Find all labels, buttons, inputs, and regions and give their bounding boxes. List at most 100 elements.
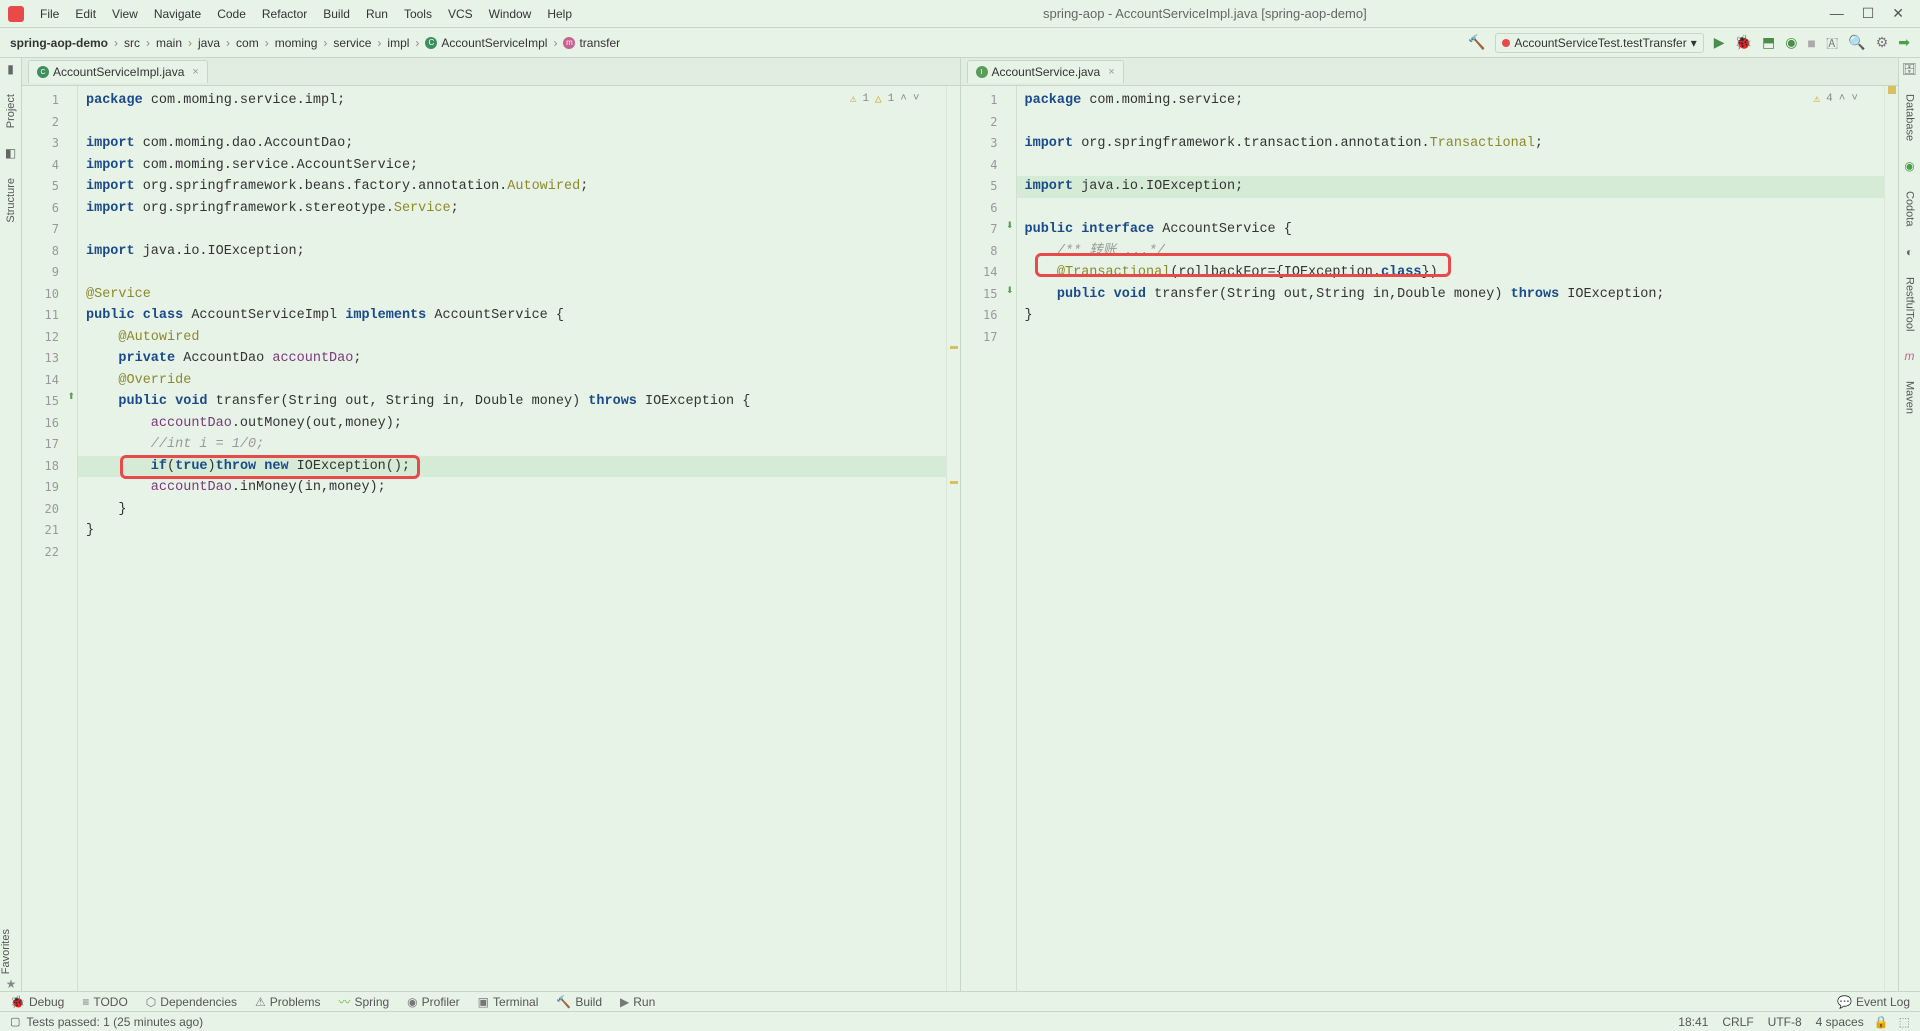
crumb-java[interactable]: java <box>198 36 220 50</box>
run-icon[interactable]: ▶ <box>1714 34 1725 51</box>
left-editor-body[interactable]: 12345678910111213141516171819202122 ⬆ pa… <box>22 86 960 991</box>
tab-label: AccountService.java <box>992 65 1101 79</box>
problems-tool[interactable]: ⚠Problems <box>255 995 320 1009</box>
menu-refactor[interactable]: Refactor <box>254 3 315 25</box>
encoding[interactable]: UTF-8 <box>1768 1015 1802 1029</box>
codota-tool[interactable]: Codota <box>1904 191 1916 226</box>
left-editor-pane: C AccountServiceImpl.java × 123456789101… <box>22 58 961 991</box>
menu-vcs[interactable]: VCS <box>440 3 481 25</box>
stop-icon[interactable]: ■ <box>1807 35 1815 51</box>
right-code[interactable]: package com.moming.service; import org.s… <box>1017 86 1885 991</box>
search-icon[interactable]: 🔍 <box>1848 34 1865 51</box>
warn-icon: ⚠ <box>850 92 857 106</box>
crumb-service[interactable]: service <box>333 36 371 50</box>
left-scroll[interactable] <box>946 86 960 991</box>
right-tool-strip: 🗄 Database ◉ Codota ◐ RestfulTool m Mave… <box>1898 58 1920 999</box>
tab-account-service-impl[interactable]: C AccountServiceImpl.java × <box>28 60 208 83</box>
right-gutter: 1234567814151617 ⬇ ⬇ <box>961 86 1017 991</box>
lock-icon[interactable]: 🔒 <box>1874 1015 1889 1029</box>
left-code[interactable]: package com.moming.service.impl; import … <box>78 86 946 991</box>
navigation-bar: spring-aop-demo src main java com moming… <box>0 28 1920 58</box>
build-icon[interactable]: 🔨 <box>1468 34 1485 51</box>
crumb-impl[interactable]: impl <box>387 36 409 50</box>
editor-area: C AccountServiceImpl.java × 123456789101… <box>22 58 1898 991</box>
crumb-com[interactable]: com <box>236 36 259 50</box>
translate-icon[interactable]: 🇦 <box>1826 34 1838 51</box>
maximize-icon[interactable]: ☐ <box>1862 5 1875 22</box>
menu-window[interactable]: Window <box>481 3 540 25</box>
tab-label: AccountServiceImpl.java <box>53 65 184 79</box>
impl-mark-icon[interactable]: ⬇ <box>1002 220 1014 232</box>
cursor-position[interactable]: 18:41 <box>1678 1015 1708 1029</box>
override-mark-icon[interactable]: ⬆ <box>63 391 75 403</box>
coverage-icon[interactable]: ⬒ <box>1762 34 1775 51</box>
deps-tool[interactable]: ⬡Dependencies <box>146 995 237 1009</box>
right-editor-body[interactable]: 1234567814151617 ⬇ ⬇ package com.moming.… <box>961 86 1899 991</box>
crumb-moming[interactable]: moming <box>275 36 318 50</box>
structure-tool[interactable]: Structure <box>5 178 17 223</box>
next-problem-icon[interactable]: ˅ <box>913 93 920 105</box>
prev-problem-icon[interactable]: ˄ <box>1839 93 1846 105</box>
crumb-src[interactable]: src <box>124 36 140 50</box>
build-icon: 🔨 <box>556 995 571 1009</box>
crumb-root[interactable]: spring-aop-demo <box>10 36 108 50</box>
next-problem-icon[interactable]: ˅ <box>1851 93 1858 105</box>
crumb-main[interactable]: main <box>156 36 182 50</box>
menu-run[interactable]: Run <box>358 3 396 25</box>
left-inspections[interactable]: ⚠1 △1 ˄ ˅ <box>850 92 920 106</box>
terminal-tool[interactable]: ▣Terminal <box>478 995 539 1009</box>
build-tool[interactable]: 🔨Build <box>556 995 602 1009</box>
tab-account-service[interactable]: I AccountService.java × <box>967 60 1124 83</box>
status-bar: ▢ Tests passed: 1 (25 minutes ago) 18:41… <box>0 1011 1920 1031</box>
close-icon[interactable]: ✕ <box>1892 5 1904 22</box>
debug-tool[interactable]: 🐞Debug <box>10 995 64 1009</box>
line-separator[interactable]: CRLF <box>1722 1015 1753 1029</box>
codota-icon[interactable]: ◉ <box>1904 159 1914 173</box>
minimize-icon[interactable]: — <box>1830 5 1844 22</box>
status-icon[interactable]: ▢ <box>10 1015 20 1028</box>
menu-tools[interactable]: Tools <box>396 3 440 25</box>
profiler-tool[interactable]: ◉Profiler <box>407 995 460 1009</box>
crumb-class[interactable]: CAccountServiceImpl <box>425 36 547 50</box>
project-icon[interactable]: ▮ <box>7 62 14 76</box>
problems-icon: ⚠ <box>255 995 266 1009</box>
menu-code[interactable]: Code <box>209 3 254 25</box>
run-configuration[interactable]: AccountServiceTest.testTransfer ▾ <box>1495 33 1703 53</box>
favorites-tool[interactable]: Favorites <box>0 929 12 974</box>
database-tool[interactable]: Database <box>1904 94 1916 141</box>
debug-icon[interactable]: 🐞 <box>1735 34 1752 51</box>
close-tab-icon[interactable]: × <box>192 66 198 78</box>
project-tool[interactable]: Project <box>5 94 17 128</box>
menu-file[interactable]: File <box>32 3 67 25</box>
run-tool[interactable]: ▶Run <box>620 995 655 1009</box>
restful-tool[interactable]: RestfulTool <box>1904 277 1916 331</box>
debug-icon: 🐞 <box>10 995 25 1009</box>
menu-edit[interactable]: Edit <box>67 3 104 25</box>
menu-navigate[interactable]: Navigate <box>146 3 209 25</box>
eventlog-tool[interactable]: 💬Event Log <box>1837 995 1910 1009</box>
profiler-icon: ◉ <box>407 995 417 1009</box>
menu-build[interactable]: Build <box>315 3 358 25</box>
profile-icon[interactable]: ◉ <box>1785 34 1797 51</box>
maven-icon[interactable]: m <box>1905 349 1915 363</box>
maven-tool[interactable]: Maven <box>1904 381 1916 414</box>
menu-help[interactable]: Help <box>539 3 580 25</box>
right-scroll[interactable] <box>1884 86 1898 991</box>
spring-tool[interactable]: 〰Spring <box>338 993 389 1010</box>
window-controls: — ☐ ✕ <box>1830 5 1912 22</box>
next-icon[interactable]: ➡ <box>1898 34 1910 51</box>
crumb-method[interactable]: mtransfer <box>563 36 620 50</box>
indent[interactable]: 4 spaces <box>1816 1015 1864 1029</box>
settings-icon[interactable]: ⚙ <box>1876 34 1889 51</box>
prev-problem-icon[interactable]: ˄ <box>900 93 907 105</box>
todo-tool[interactable]: ≡TODO <box>82 995 127 1009</box>
impl-mark-icon-2[interactable]: ⬇ <box>1002 285 1014 297</box>
close-tab-icon[interactable]: × <box>1108 66 1114 78</box>
chevron-down-icon: ▾ <box>1691 36 1697 50</box>
right-inspections[interactable]: ⚠4 ˄ ˅ <box>1814 92 1858 106</box>
database-icon[interactable]: 🗄 <box>1902 62 1917 76</box>
structure-icon[interactable]: ◧ <box>5 146 16 160</box>
menu-view[interactable]: View <box>104 3 146 25</box>
favorites-wrap: Favorites ★ <box>0 929 22 991</box>
restful-icon[interactable]: ◐ <box>1906 245 1913 259</box>
